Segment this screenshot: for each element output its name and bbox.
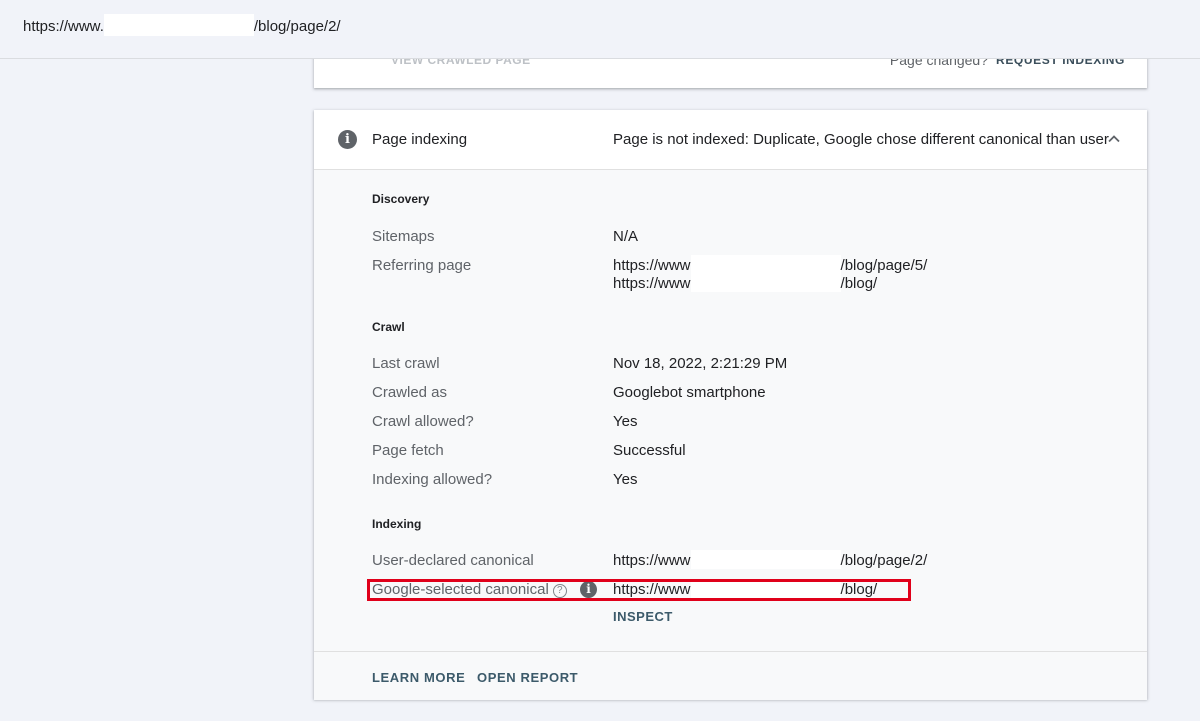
discovery-section-title: Discovery [372,192,430,206]
crawl-allowed-label: Crawl allowed? [372,413,474,430]
crawled-as-value: Googlebot smartphone [613,384,766,401]
card-footer: LEARN MORE OPEN REPORT [314,651,1147,700]
url-suffix: /blog/ [840,275,878,292]
inspected-url-bar: https://www. /blog/page/2/ [0,0,1200,59]
indexing-allowed-value: Yes [613,471,638,488]
user-declared-canonical-label: User-declared canonical [372,552,534,569]
open-report-button[interactable]: OPEN REPORT [477,670,578,685]
url-prefix: https://www [613,275,691,292]
indexing-allowed-label: Indexing allowed? [372,471,493,488]
last-crawl-value: Nov 18, 2022, 2:21:29 PM [613,355,788,372]
redacted-domain [690,550,841,570]
referring-page-label: Referring page [372,257,472,274]
page-indexing-status: Page is not indexed: Duplicate, Google c… [613,131,1109,148]
url-prefix: https://www. [23,18,104,35]
referring-page-url-2[interactable]: https://www/blog/ [613,273,878,293]
crawled-as-label: Crawled as [372,384,448,401]
sitemaps-value: N/A [613,228,639,245]
url-suffix: /blog/page/5/ [840,257,928,274]
indexing-section-title: Indexing [372,517,422,531]
redacted-domain [690,273,841,293]
info-icon: i [338,130,357,149]
redacted-domain [690,255,841,275]
crawl-section-title: Crawl [372,320,405,334]
annotation-highlight-box [367,579,911,601]
page-indexing-title: Page indexing [372,131,468,148]
url-prefix: https://www [613,257,691,274]
referring-page-url-1[interactable]: https://www/blog/page/5/ [613,255,928,275]
learn-more-button[interactable]: LEARN MORE [372,670,465,685]
crawl-allowed-value: Yes [613,413,638,430]
url-prefix: https://www [613,552,691,569]
redacted-domain [103,14,254,37]
sitemaps-label: Sitemaps [372,228,435,245]
url-suffix: /blog/page/2/ [840,552,928,569]
user-declared-canonical-url[interactable]: https://www/blog/page/2/ [613,550,928,570]
last-crawl-label: Last crawl [372,355,440,372]
page-fetch-label: Page fetch [372,442,444,459]
url-suffix: /blog/page/2/ [253,18,341,35]
page-indexing-card: i Page indexing Page is not indexed: Dup… [314,110,1147,700]
inspected-url: https://www. /blog/page/2/ [23,14,341,37]
inspect-button[interactable]: INSPECT [613,609,673,624]
page-fetch-value: Successful [613,442,686,459]
page-indexing-header[interactable]: i Page indexing Page is not indexed: Dup… [314,110,1147,170]
chevron-up-icon[interactable] [1105,130,1123,148]
